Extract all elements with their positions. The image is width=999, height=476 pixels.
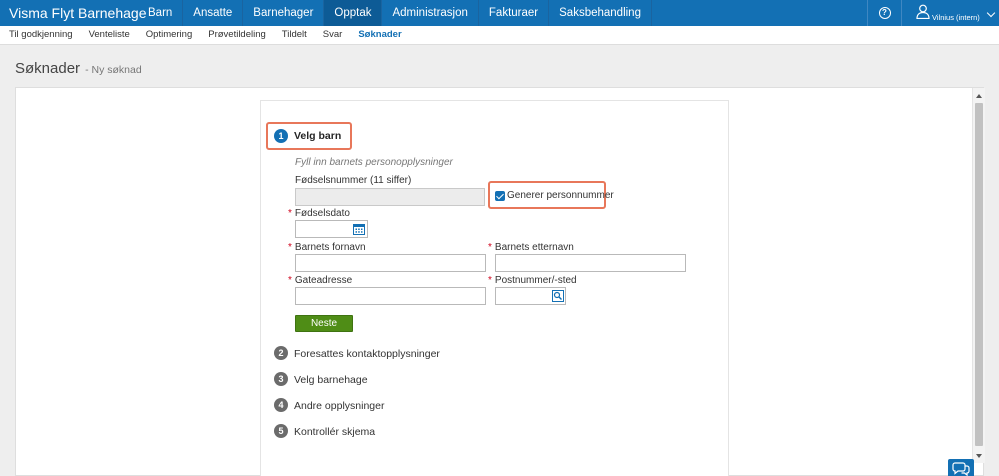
subnav-til-godkjenning[interactable]: Til godkjenning [1,26,81,44]
scroll-up-arrow-icon[interactable] [976,94,982,98]
next-button[interactable]: Neste [295,315,353,332]
topbar-actions: ? Vilnius (intern) [867,0,999,26]
scroll-thumb[interactable] [975,103,983,446]
postal-label: * Postnummer/-sted [488,275,577,286]
required-marker: * [488,275,492,286]
firstname-input[interactable] [295,254,486,272]
step-3-label[interactable]: Velg barnehage [294,374,368,386]
step-2-label[interactable]: Foresattes kontaktopplysninger [294,348,440,360]
application-form-card: 1 Velg barn Fyll inn barnets personopply… [260,100,729,476]
app-title[interactable]: Visma Flyt Barnehage [9,5,146,21]
nav-item-administrasjon[interactable]: Administrasjon [382,0,479,26]
postal-label-text: Postnummer/-sted [494,275,577,286]
step-3-number: 3 [274,372,288,386]
nav-item-opptak[interactable]: Opptak [324,0,383,26]
lastname-label: * Barnets etternavn [488,242,574,253]
step-5-label[interactable]: Kontrollér skjema [294,426,375,438]
step-2-number: 2 [274,346,288,360]
step-5-number: 5 [274,424,288,438]
help-circle-icon: ? [878,7,891,19]
subnav-soknader[interactable]: Søknader [350,26,409,44]
firstname-label-text: Barnets fornavn [294,242,366,253]
lastname-label-text: Barnets etternavn [494,242,574,253]
chat-button[interactable] [948,459,974,476]
lastname-input[interactable] [495,254,686,272]
required-marker: * [488,242,492,253]
subnav-optimering[interactable]: Optimering [138,26,200,44]
help-button[interactable]: ? [867,0,901,26]
subnav-tildelt[interactable]: Tildelt [274,26,315,44]
birthdate-label: * Fødselsdato [288,208,350,219]
user-icon [916,4,930,19]
subnav-venteliste[interactable]: Venteliste [81,26,138,44]
nav-item-fakturaer[interactable]: Fakturaer [479,0,550,26]
address-input[interactable] [295,287,486,305]
step-4-number: 4 [274,398,288,412]
required-marker: * [288,208,292,219]
step-4-label[interactable]: Andre opplysninger [294,400,384,412]
generate-ssn-checkbox[interactable] [495,191,505,201]
main-nav: Barn Ansatte Barnehager Opptak Administr… [138,0,652,26]
step-1-label[interactable]: Velg barn [294,130,341,142]
scroll-down-arrow-icon[interactable] [976,454,982,458]
nav-item-saksbehandling[interactable]: Saksbehandling [549,0,652,26]
page-heading: Søknader - Ny søknad [15,60,142,77]
top-bar: Visma Flyt Barnehage Barn Ansatte Barneh… [0,0,999,26]
content-panel: 1 Velg barn Fyll inn barnets personopply… [15,87,985,476]
address-label-text: Gateadresse [294,275,353,286]
calendar-icon[interactable] [353,223,365,235]
chevron-down-icon [986,8,996,18]
required-marker: * [288,242,292,253]
page-title: Søknader [15,60,81,77]
ssn-input[interactable] [295,188,485,206]
step-1-number: 1 [274,129,288,143]
nav-item-ansatte[interactable]: Ansatte [183,0,244,26]
chat-icon [952,462,970,476]
generate-ssn-label[interactable]: Generer personnummer [507,190,614,201]
required-marker: * [288,275,292,286]
page-subtitle: - Ny søknad [85,64,142,76]
birthdate-label-text: Fødselsdato [294,208,350,219]
nav-item-barn[interactable]: Barn [138,0,184,26]
firstname-label: * Barnets fornavn [288,242,366,253]
subnav-provetildeling[interactable]: Prøvetildeling [200,26,274,44]
address-label: * Gateadresse [288,275,352,286]
vertical-scrollbar[interactable] [972,88,985,463]
lookup-icon[interactable] [552,290,564,302]
form-instruction: Fyll inn barnets personopplysninger [295,157,453,168]
ssn-label: Fødselsnummer (11 siffer) [295,175,412,186]
nav-item-barnehager[interactable]: Barnehager [243,0,325,26]
user-menu-button[interactable]: Vilnius (intern) [901,0,999,26]
subnav-svar[interactable]: Svar [315,26,351,44]
user-name: Vilnius (intern) [932,13,980,22]
sub-nav: Til godkjenning Venteliste Optimering Pr… [0,26,999,45]
